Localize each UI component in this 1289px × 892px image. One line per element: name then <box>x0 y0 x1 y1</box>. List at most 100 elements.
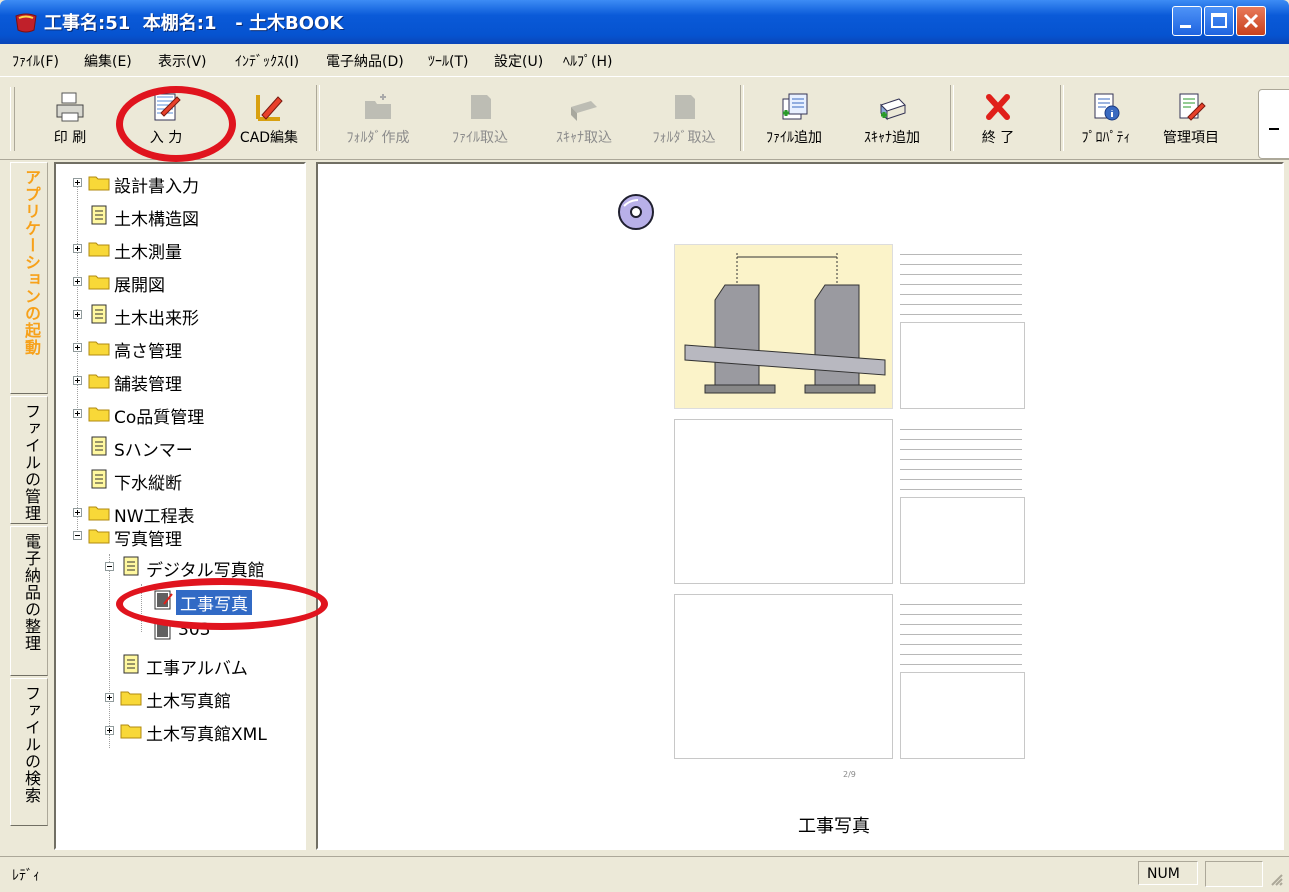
file-import-button[interactable]: ﾌｧｲﾙ取込 <box>428 91 532 157</box>
expand-icon[interactable] <box>105 726 114 735</box>
expand-icon[interactable] <box>73 508 82 517</box>
print-button[interactable]: 印 刷 <box>40 91 100 157</box>
folder-icon <box>88 374 110 389</box>
scanner-import-label: ｽｷｬﾅ取込 <box>556 130 612 146</box>
photo-slot <box>674 594 893 759</box>
toolbar-overflow[interactable] <box>1258 89 1289 159</box>
side-tabs: アプリケーションの起動 ファイルの管理 電子納品の整理 ファイルの検索 <box>10 162 50 848</box>
document-icon <box>91 469 107 489</box>
collapse-icon[interactable] <box>105 562 114 571</box>
preview-caption: 工事写真 <box>798 816 870 837</box>
scanner-import-button[interactable]: ｽｷｬﾅ取込 <box>532 91 636 157</box>
expand-icon[interactable] <box>73 409 82 418</box>
expand-icon[interactable] <box>73 244 82 253</box>
tab-app-launch[interactable]: アプリケーションの起動 <box>10 162 48 394</box>
expand-icon[interactable] <box>73 343 82 352</box>
document-icon <box>123 556 139 576</box>
file-add-icon <box>782 93 808 120</box>
tree-item-label: Co品質管理 <box>114 408 205 428</box>
toolbar-separator <box>316 85 320 151</box>
scanner-add-button[interactable]: ｽｷｬﾅ追加 <box>842 91 942 157</box>
culvert-drawing-icon <box>684 253 886 394</box>
tree-item-label: 下水縦断 <box>114 474 182 494</box>
tree-item-label: 展開図 <box>114 276 165 296</box>
expand-icon[interactable] <box>105 693 114 702</box>
folder-open-icon <box>88 529 110 544</box>
tab-file-search[interactable]: ファイルの検索 <box>10 678 48 826</box>
cad-edit-button[interactable]: CAD編集 <box>228 91 310 157</box>
menu-settings[interactable]: 設定(U) <box>494 51 543 71</box>
maximize-button[interactable] <box>1204 6 1234 36</box>
status-bar: ﾚﾃﾞｨ NUM <box>0 856 1289 892</box>
minimize-button[interactable] <box>1172 6 1202 36</box>
folder-import-icon <box>675 95 695 119</box>
text-lines <box>900 244 1026 318</box>
scanner-import-icon <box>571 101 597 121</box>
toolbar-grip[interactable] <box>10 87 15 151</box>
tree-item-label: デジタル写真館 <box>146 561 265 581</box>
toolbar-separator <box>740 85 744 151</box>
text-lines <box>900 419 1026 493</box>
tree-item-label: 土木出来形 <box>114 309 199 329</box>
folder-icon <box>88 506 110 521</box>
cad-pencil-icon <box>256 95 283 121</box>
expand-icon[interactable] <box>73 178 82 187</box>
folder-create-button[interactable]: ﾌｫﾙﾀﾞ作成 <box>326 91 430 157</box>
status-text: ﾚﾃﾞｨ <box>12 868 40 884</box>
exit-x-icon <box>986 94 1010 120</box>
expand-icon[interactable] <box>73 310 82 319</box>
property-label: ﾌﾟﾛﾊﾟﾃｨ <box>1081 130 1131 146</box>
window-title: 工事名:51 本棚名:1 - 土木BOOK <box>44 13 344 34</box>
menu-help[interactable]: ﾍﾙﾌﾟ(H) <box>563 51 612 71</box>
property-button[interactable]: ﾌﾟﾛﾊﾟﾃｨ <box>1070 91 1142 157</box>
tree-connector <box>77 178 79 538</box>
menu-view[interactable]: 表示(V) <box>158 51 207 71</box>
status-panel <box>1205 861 1263 887</box>
folder-import-button[interactable]: ﾌｫﾙﾀﾞ取込 <box>632 91 736 157</box>
folder-create-label: ﾌｫﾙﾀﾞ作成 <box>346 130 410 146</box>
menu-index[interactable]: ｲﾝﾃﾞｯｸｽ(I) <box>235 51 299 71</box>
page-number: 2/9 <box>843 770 856 779</box>
app-tree[interactable]: 設計書入力 土木構造図 土木測量 展開図 土木出来形 高さ管理 舗装管理 Co品… <box>54 162 306 850</box>
scanner-add-icon <box>880 98 906 121</box>
photo-drawing <box>674 244 893 409</box>
tree-item-label: NW工程表 <box>114 507 195 527</box>
expand-icon[interactable] <box>73 277 82 286</box>
tree-item-label: 土木構造図 <box>114 210 199 230</box>
tree-item-label: 写真管理 <box>114 530 182 550</box>
scanner-add-label: ｽｷｬﾅ追加 <box>864 130 920 146</box>
exit-button[interactable]: 終 了 <box>970 91 1026 157</box>
menu-bar: ﾌｧｲﾙ(F) 編集(E) 表示(V) ｲﾝﾃﾞｯｸｽ(I) 電子納品(D) ﾂ… <box>0 44 1289 74</box>
preview-pane[interactable]: 2/9 工事写真 <box>316 162 1284 850</box>
title-bar[interactable]: 工事名:51 本棚名:1 - 土木BOOK <box>0 0 1289 44</box>
tab-electronic-delivery[interactable]: 電子納品の整理 <box>10 526 48 676</box>
tree-item-label: Sハンマー <box>114 441 193 461</box>
menu-electronic-delivery[interactable]: 電子納品(D) <box>326 51 404 71</box>
menu-file[interactable]: ﾌｧｲﾙ(F) <box>12 51 59 71</box>
tree-connector <box>109 554 111 748</box>
document-icon <box>91 205 107 225</box>
file-add-button[interactable]: ﾌｧｲﾙ追加 <box>748 91 840 157</box>
collapse-icon[interactable] <box>73 531 82 540</box>
note-box <box>900 672 1025 759</box>
manage-items-icon <box>1179 93 1206 121</box>
text-lines <box>900 594 1026 668</box>
tree-item-label: 土木測量 <box>114 243 182 263</box>
tab-file-management[interactable]: ファイルの管理 <box>10 396 48 524</box>
file-import-icon <box>471 95 491 119</box>
manage-items-button[interactable]: 管理項目 <box>1146 91 1236 157</box>
tab-file-search-label: ファイルの検索 <box>22 685 41 804</box>
resize-grip-icon[interactable] <box>1270 873 1284 887</box>
tree-item-label: 設計書入力 <box>114 177 199 197</box>
menu-edit[interactable]: 編集(E) <box>84 51 132 71</box>
file-add-label: ﾌｧｲﾙ追加 <box>766 130 822 146</box>
menu-tools[interactable]: ﾂｰﾙ(T) <box>428 51 468 71</box>
note-box <box>900 497 1025 584</box>
folder-icon <box>88 275 110 290</box>
close-button[interactable] <box>1236 6 1266 36</box>
expand-icon[interactable] <box>73 376 82 385</box>
cd-icon <box>618 194 654 230</box>
close-icon <box>1243 13 1259 29</box>
app-window: 工事名:51 本棚名:1 - 土木BOOK ﾌｧｲﾙ(F) 編集(E) 表示(V… <box>0 0 1289 892</box>
folder-icon <box>88 341 110 356</box>
